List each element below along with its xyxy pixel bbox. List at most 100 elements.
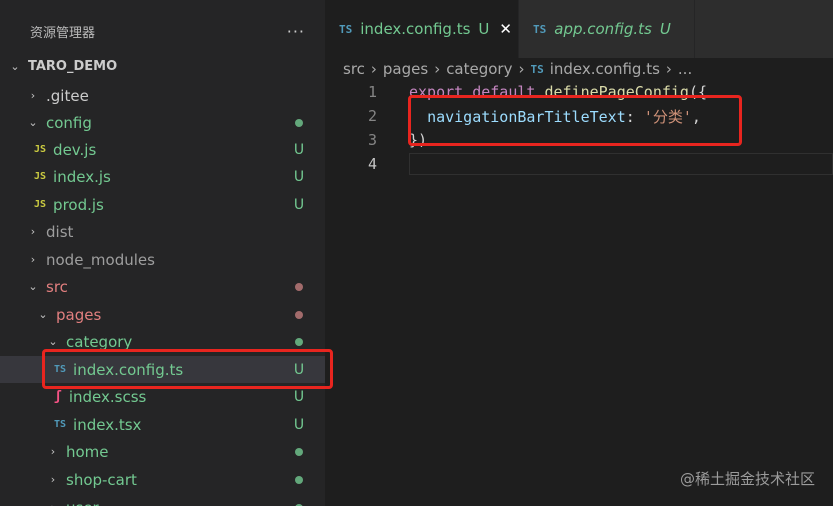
untracked-badge: U xyxy=(293,388,305,405)
watermark: @稀土掘金技术社区 xyxy=(679,470,815,488)
untracked-badge: U xyxy=(293,361,305,378)
js-file-icon: JS xyxy=(34,199,47,210)
chevron-right-icon: › xyxy=(370,60,377,78)
chevron-down-icon: ⌄ xyxy=(28,280,38,293)
chevron-right-icon: › xyxy=(665,60,672,78)
ts-file-icon: TS xyxy=(54,364,67,375)
breadcrumb: src › pages › category › TS index.config… xyxy=(343,58,692,80)
current-line-highlight xyxy=(409,153,833,175)
breadcrumb-file[interactable]: index.config.ts xyxy=(550,60,660,78)
tree-item-label: index.scss xyxy=(68,387,147,406)
breadcrumb-item[interactable]: src xyxy=(343,60,365,78)
modified-dot-icon xyxy=(295,447,303,456)
chevron-right-icon: › xyxy=(518,60,525,78)
tree-item-label: index.js xyxy=(53,167,111,186)
tree-item-index-config-ts[interactable]: TS index.config.ts U xyxy=(0,356,325,383)
code-text: }) xyxy=(409,131,428,149)
chevron-down-icon: ⌄ xyxy=(48,335,58,348)
modified-dot-icon xyxy=(295,475,303,484)
tree-item-config[interactable]: ⌄ config xyxy=(0,109,325,136)
breadcrumb-item[interactable]: category xyxy=(446,60,512,78)
explorer-title: 资源管理器 xyxy=(30,25,96,41)
modified-dot-icon xyxy=(295,310,303,319)
tree-item-label: pages xyxy=(56,305,102,324)
line-number: 1 xyxy=(367,83,377,101)
tree-item-node-modules[interactable]: › node_modules xyxy=(0,246,325,273)
tree-item-label: user xyxy=(66,499,295,506)
modified-dot-icon xyxy=(295,118,303,127)
chevron-right-icon: › xyxy=(50,445,56,458)
tab-label: index.config.ts xyxy=(360,20,471,38)
chevron-down-icon: ⌄ xyxy=(10,60,20,73)
chevron-right-icon: › xyxy=(46,501,60,506)
tree-item-category[interactable]: ⌄ category xyxy=(0,328,325,355)
tree-item-prod-js[interactable]: JS prod.js U xyxy=(0,191,325,218)
tree-item-label: .gitee xyxy=(46,86,89,105)
tree-item-user[interactable]: › user xyxy=(0,494,325,506)
line-number: 2 xyxy=(367,107,377,125)
tree-item-home[interactable]: › home xyxy=(0,438,325,465)
tree-item-label: prod.js xyxy=(53,195,104,214)
code-line-current: 4 xyxy=(325,152,833,176)
breadcrumb-item[interactable]: pages xyxy=(383,60,428,78)
chevron-right-icon: › xyxy=(30,253,36,266)
code-line: 1 export default definePageConfig({ xyxy=(325,80,833,104)
tab-app-config-ts[interactable]: TS app.config.ts U xyxy=(519,0,695,58)
tree-item-shop-cart[interactable]: › shop-cart xyxy=(0,466,325,493)
tree-item-label: src xyxy=(46,277,68,296)
tree-item-src[interactable]: ⌄ src xyxy=(0,273,325,300)
code-line: 3 }) xyxy=(325,128,833,152)
tree-item-label: node_modules xyxy=(46,250,155,269)
scss-file-icon: ʃ xyxy=(54,389,62,404)
code-line: 2 navigationBarTitleText: '分类', xyxy=(325,104,833,128)
ts-file-icon: TS xyxy=(339,22,353,36)
ts-file-icon: TS xyxy=(54,419,67,430)
modified-dot-icon xyxy=(295,337,303,346)
js-file-icon: JS xyxy=(34,144,47,155)
chevron-down-icon: ⌄ xyxy=(28,116,38,129)
tree-item-label: shop-cart xyxy=(66,470,137,489)
tab-index-config-ts[interactable]: TS index.config.ts U ✕ xyxy=(325,0,519,58)
code-text: navigationBarTitleText: '分类', xyxy=(427,107,701,126)
js-file-icon: JS xyxy=(34,171,47,182)
tree-item-dist[interactable]: › dist xyxy=(0,218,325,245)
tree-item-label: category xyxy=(66,332,133,351)
tree-item-index-tsx[interactable]: TS index.tsx U xyxy=(0,411,325,438)
untracked-badge: U xyxy=(478,20,490,38)
chevron-right-icon: › xyxy=(434,60,441,78)
tree-item-label: home xyxy=(66,442,109,461)
tree-item-label: dist xyxy=(46,222,74,241)
modified-dot-icon xyxy=(295,282,303,291)
line-number: 3 xyxy=(367,131,377,149)
tab-label: app.config.ts xyxy=(554,20,652,38)
ts-file-icon: TS xyxy=(530,62,544,76)
untracked-badge: U xyxy=(293,196,305,213)
tree-item-label: index.tsx xyxy=(73,415,142,434)
chevron-down-icon: ⌄ xyxy=(38,308,48,321)
tree-item-gitee[interactable]: › .gitee xyxy=(0,82,325,109)
more-actions-icon[interactable]: ··· xyxy=(287,22,305,41)
chevron-right-icon: › xyxy=(30,225,36,238)
line-number: 4 xyxy=(367,155,377,173)
tree-item-label: config xyxy=(46,113,92,132)
chevron-right-icon: › xyxy=(30,89,36,102)
tree-item-pages[interactable]: ⌄ pages xyxy=(0,301,325,328)
chevron-right-icon: › xyxy=(50,473,56,486)
tree-root[interactable]: ⌄ TARO_DEMO xyxy=(0,53,325,80)
tree-item-dev-js[interactable]: JS dev.js U xyxy=(0,136,325,163)
tree-item-label: dev.js xyxy=(53,140,97,159)
breadcrumb-more[interactable]: ... xyxy=(678,60,692,78)
untracked-badge: U xyxy=(293,416,305,433)
untracked-badge: U xyxy=(659,20,671,38)
tree-item-index-scss[interactable]: ʃ index.scss U xyxy=(0,383,325,410)
untracked-badge: U xyxy=(293,141,305,158)
explorer-sidebar: 资源管理器 ··· ⌄ TARO_DEMO › .gitee ⌄ config … xyxy=(0,0,325,506)
untracked-badge: U xyxy=(293,168,305,185)
code-text: export default definePageConfig({ xyxy=(409,83,708,101)
tree-item-label: index.config.ts xyxy=(73,360,184,379)
code-editor[interactable]: 1 export default definePageConfig({ 2 na… xyxy=(325,80,833,506)
tree-item-index-js[interactable]: JS index.js U xyxy=(0,163,325,190)
ts-file-icon: TS xyxy=(533,22,547,36)
close-icon[interactable]: ✕ xyxy=(499,20,512,38)
editor-tabs: TS index.config.ts U ✕ TS app.config.ts … xyxy=(325,0,833,58)
